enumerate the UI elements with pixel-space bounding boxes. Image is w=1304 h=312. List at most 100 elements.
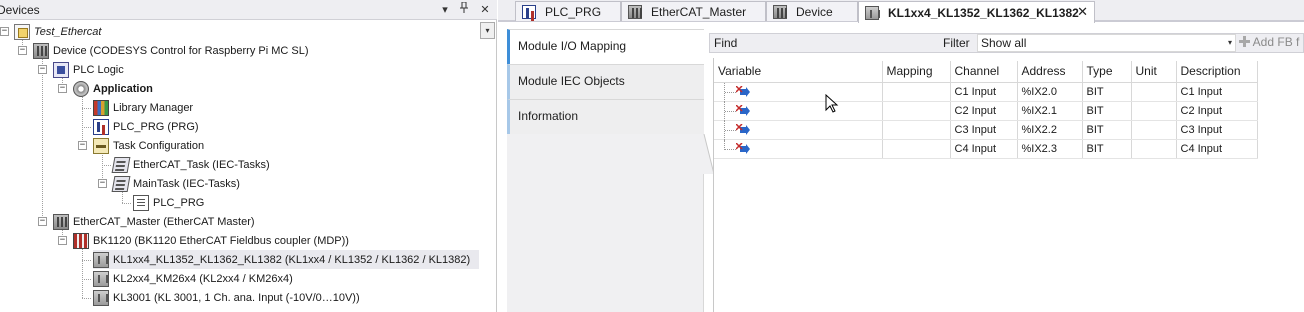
tab-plc-prg[interactable]: PLC_PRG bbox=[515, 1, 621, 21]
expand-toggle-project[interactable]: − bbox=[0, 27, 9, 36]
mapping-cell[interactable] bbox=[882, 101, 951, 121]
pou-icon bbox=[93, 118, 109, 135]
description-cell: C1 Input bbox=[1176, 82, 1258, 102]
channel-cell: C2 Input bbox=[950, 101, 1018, 121]
tree-connector bbox=[82, 127, 91, 128]
tab-kl1xx4[interactable]: KL1xx4_KL1352_KL1362_KL1382 ✕ bbox=[858, 1, 1095, 23]
plus-icon bbox=[1239, 36, 1250, 47]
variable-cell[interactable] bbox=[714, 120, 883, 140]
tree-item-label: EtherCAT_Task (IEC-Tasks) bbox=[133, 158, 270, 171]
expand-toggle-bk1120[interactable]: − bbox=[58, 236, 67, 245]
tree-connector bbox=[82, 108, 91, 109]
tab-label: KL1xx4_KL1352_KL1362_KL1382 bbox=[888, 5, 1079, 20]
table-header-row: Variable Mapping Channel Address Type Un… bbox=[714, 61, 1258, 83]
tab-device[interactable]: Device bbox=[766, 1, 858, 21]
input-channel-icon bbox=[736, 142, 750, 154]
address-cell: %IX2.2 bbox=[1017, 120, 1083, 140]
description-cell: C4 Input bbox=[1176, 139, 1258, 159]
tree-item-plc-prg[interactable]: PLC_PRG (PRG) bbox=[93, 117, 199, 136]
table-row[interactable]: C4 Input %IX2.3 BIT C4 Input bbox=[714, 139, 1258, 159]
type-cell: BIT bbox=[1082, 101, 1132, 121]
tree-item-maintask[interactable]: MainTask (IEC-Tasks) bbox=[111, 174, 240, 193]
expand-toggle-task-configuration[interactable]: − bbox=[78, 141, 87, 150]
tree-item-library-manager[interactable]: Library Manager bbox=[93, 98, 193, 117]
find-label: Find bbox=[714, 36, 738, 50]
tab-module-iec-objects[interactable]: Module IEC Objects bbox=[507, 64, 704, 99]
column-header-variable[interactable]: Variable bbox=[714, 61, 883, 83]
column-header-unit[interactable]: Unit bbox=[1131, 61, 1177, 83]
io-mapping-area: Variable Mapping Channel Address Type Un… bbox=[713, 58, 1304, 312]
tree-item-ethercat-master[interactable]: EtherCAT_Master (EtherCAT Master) bbox=[53, 212, 255, 231]
tree-connector bbox=[724, 101, 736, 121]
tree-item-plc-logic[interactable]: PLC Logic bbox=[53, 60, 124, 79]
pane-menu-dropdown-icon[interactable]: ▾ bbox=[437, 2, 453, 18]
address-cell: %IX2.3 bbox=[1017, 139, 1083, 159]
tree-item-kl3001[interactable]: KL3001 (KL 3001, 1 Ch. ana. Input (-10V/… bbox=[93, 288, 360, 307]
tree-scroll-dropdown[interactable]: ▾ bbox=[480, 22, 495, 39]
variable-cell[interactable] bbox=[714, 101, 883, 121]
tree-connector bbox=[82, 260, 91, 261]
type-cell: BIT bbox=[1082, 120, 1132, 140]
tree-item-kl2xx4[interactable]: KL2xx4_KM26x4 (KL2xx4 / KM26x4) bbox=[93, 269, 293, 288]
devices-pane: Devices ▾ ✕ ▾ − − − − − − − − Test_Ether… bbox=[0, 0, 497, 312]
tree-connector bbox=[724, 82, 736, 102]
column-header-type[interactable]: Type bbox=[1082, 61, 1132, 83]
tree-item-label: PLC Logic bbox=[73, 63, 124, 76]
tab-information[interactable]: Information bbox=[507, 99, 704, 134]
tree-item-label: KL3001 (KL 3001, 1 Ch. ana. Input (-10V/… bbox=[113, 291, 360, 304]
ethercat-master-icon bbox=[53, 213, 69, 230]
tree-item-label: PLC_PRG bbox=[153, 196, 205, 209]
application-icon bbox=[73, 80, 89, 97]
tree-item-ethercat-task[interactable]: EtherCAT_Task (IEC-Tasks) bbox=[111, 155, 270, 174]
variable-cell[interactable] bbox=[714, 139, 883, 159]
tree-item-kl1xx4[interactable]: KL1xx4_KL1352_KL1362_KL1382 (KL1xx4 / KL… bbox=[93, 250, 479, 269]
tree-item-task-configuration[interactable]: Task Configuration bbox=[93, 136, 204, 155]
tree-item-device[interactable]: Device (CODESYS Control for Raspberry Pi… bbox=[33, 41, 309, 60]
column-header-mapping[interactable]: Mapping bbox=[882, 61, 951, 83]
channel-cell: C3 Input bbox=[950, 120, 1018, 140]
io-module-icon bbox=[93, 270, 109, 287]
find-filter-bar: Find Filter Show all ▾ Add FB f bbox=[709, 33, 1304, 53]
tree-item-bk1120[interactable]: BK1120 (BK1120 EtherCAT Fieldbus coupler… bbox=[73, 231, 349, 250]
expand-toggle-maintask[interactable]: − bbox=[98, 179, 107, 188]
expand-toggle-device[interactable]: − bbox=[18, 46, 27, 55]
unit-cell bbox=[1131, 82, 1177, 102]
filter-dropdown[interactable]: Show all ▾ bbox=[977, 34, 1236, 52]
side-tab-list: Module I/O Mapping Module IEC Objects In… bbox=[507, 29, 704, 312]
column-header-description[interactable]: Description bbox=[1176, 61, 1258, 83]
tree-item-label: Task Configuration bbox=[113, 139, 205, 152]
type-cell: BIT bbox=[1082, 82, 1132, 102]
expand-toggle-application[interactable]: − bbox=[58, 84, 67, 93]
tree-item-label: Application bbox=[93, 82, 153, 95]
tab-ethercat-master[interactable]: EtherCAT_Master bbox=[621, 1, 766, 21]
tree-item-label: Test_Ethercat bbox=[34, 25, 102, 38]
tree-item-label: KL1xx4_KL1352_KL1362_KL1382 (KL1xx4 / KL… bbox=[113, 253, 471, 266]
tree-item-project[interactable]: Test_Ethercat bbox=[14, 22, 101, 41]
table-row[interactable]: C1 Input %IX2.0 BIT C1 Input bbox=[714, 82, 1258, 102]
add-fb-button[interactable]: Add FB f bbox=[1239, 35, 1304, 52]
input-channel-icon bbox=[736, 85, 750, 97]
description-cell: C3 Input bbox=[1176, 120, 1258, 140]
expand-toggle-ethercat-master[interactable]: − bbox=[38, 217, 47, 226]
task-icon bbox=[111, 175, 131, 192]
add-fb-label: Add FB f bbox=[1252, 35, 1300, 49]
tree-item-plc-prg-call[interactable]: PLC_PRG bbox=[133, 193, 204, 212]
expand-toggle-plc-logic[interactable]: − bbox=[38, 65, 47, 74]
mapping-cell[interactable] bbox=[882, 120, 951, 140]
editor-area: PLC_PRG EtherCAT_Master Device KL1xx4_KL… bbox=[498, 0, 1304, 312]
close-tab-icon[interactable]: ✕ bbox=[1077, 4, 1088, 20]
tab-module-io-mapping[interactable]: Module I/O Mapping bbox=[507, 29, 704, 64]
close-pane-icon[interactable]: ✕ bbox=[477, 2, 493, 18]
column-header-channel[interactable]: Channel bbox=[950, 61, 1018, 83]
mapping-cell[interactable] bbox=[882, 82, 951, 102]
description-cell: C2 Input bbox=[1176, 101, 1258, 121]
column-header-address[interactable]: Address bbox=[1017, 61, 1083, 83]
variable-cell[interactable] bbox=[714, 82, 883, 102]
table-row[interactable]: C2 Input %IX2.1 BIT C2 Input bbox=[714, 101, 1258, 121]
program-call-icon bbox=[133, 194, 149, 211]
tree-item-application[interactable]: Application bbox=[73, 79, 153, 98]
table-row[interactable]: C3 Input %IX2.2 BIT C3 Input bbox=[714, 120, 1258, 140]
find-input[interactable] bbox=[740, 35, 940, 51]
pin-icon[interactable] bbox=[456, 1, 472, 18]
mapping-cell[interactable] bbox=[882, 139, 951, 159]
